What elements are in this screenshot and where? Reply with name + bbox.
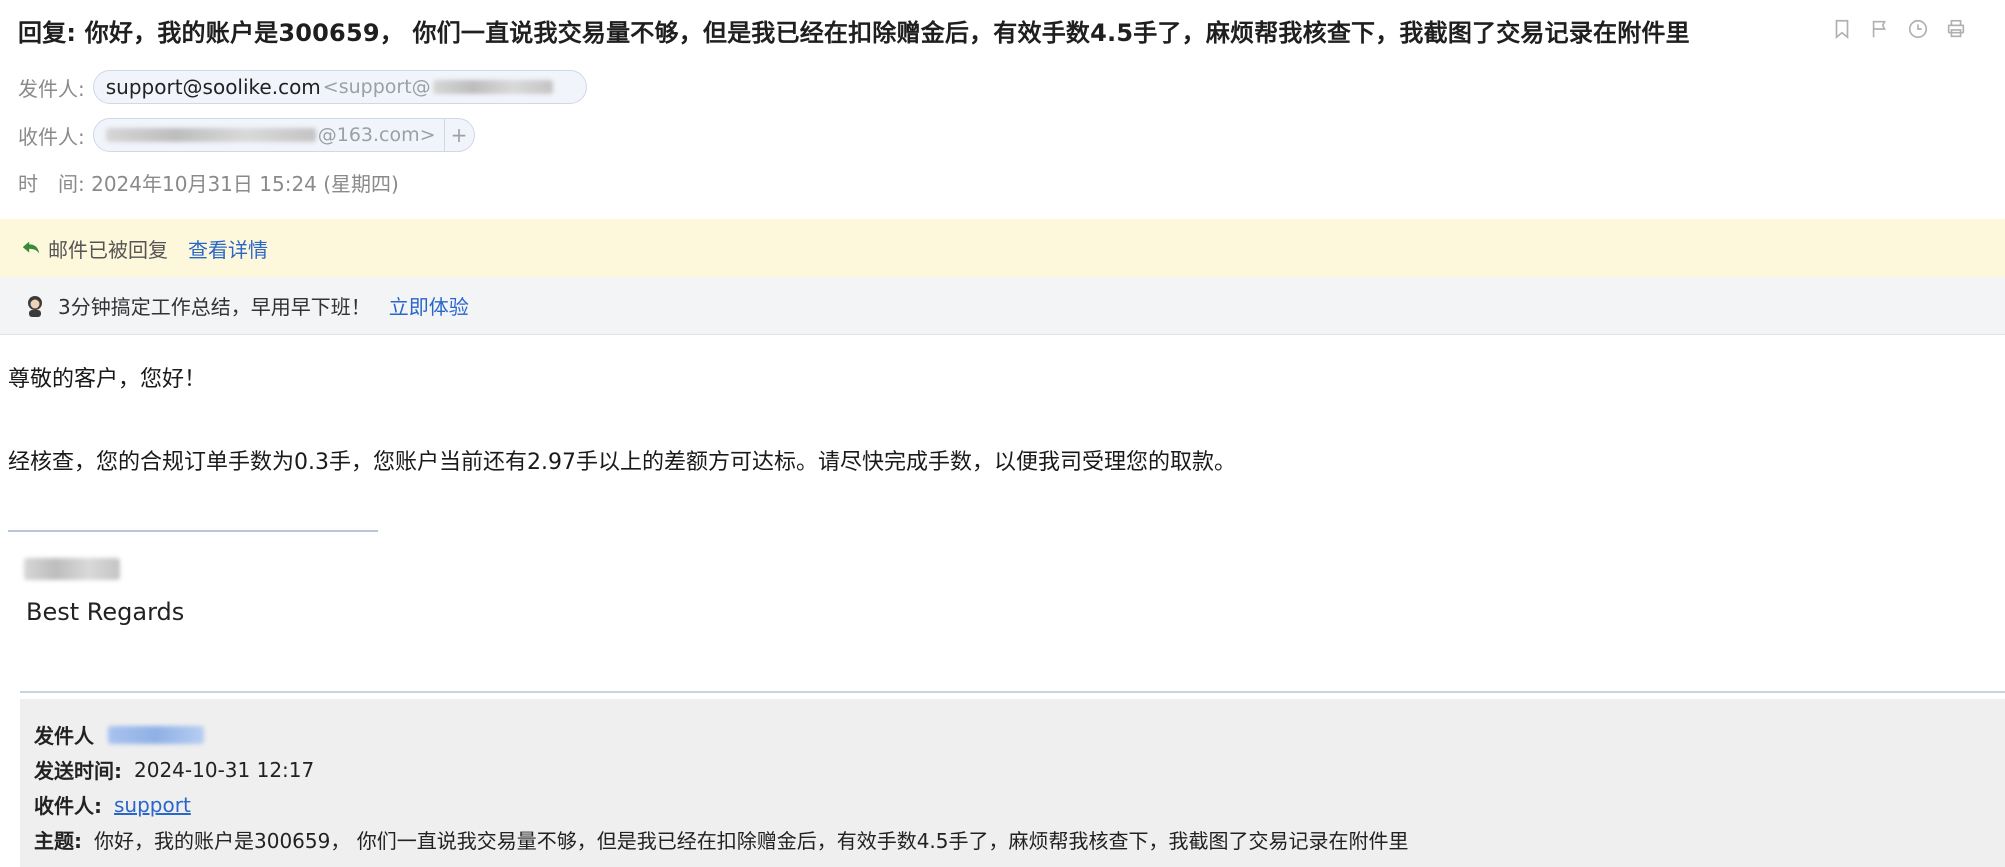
quote-to-link[interactable]: support [114,793,191,817]
view-details-link[interactable]: 查看详情 [188,234,268,263]
add-recipient-button[interactable]: + [444,118,475,152]
quote-from-row: 发件人 [34,717,1991,752]
replied-banner: 邮件已被回复 查看详情 [0,219,2005,277]
print-icon[interactable] [1944,16,1968,42]
to-row: 收件人: @163.com> + [18,118,475,152]
email-toolbar [1830,16,1968,42]
quote-subject-row: 主题: 你好，我的账户是300659， 你们一直说我交易量不够，但是我已经在扣除… [34,822,1991,857]
redacted-recipient [105,128,316,142]
quote-sent-value: 2024-10-31 12:17 [134,757,315,782]
bookmark-icon[interactable] [1830,16,1854,42]
replied-text: 邮件已被回复 [48,237,168,262]
quote-sent-label: 发送时间: [34,759,122,783]
quote-subject-label: 主题: [34,829,82,853]
redacted-quote-sender-link[interactable] [108,725,204,744]
email-subject: 回复: 你好，我的账户是300659， 你们一直说我交易量不够，但是我已经在扣除… [18,19,1690,47]
from-row: 发件人: support@soolike.com <support@ [18,70,587,104]
redacted-address [432,80,553,94]
regards-text: Best Regards [26,598,185,626]
signature-divider [8,530,378,532]
redacted-signature-name [24,558,120,580]
time-label: 时 间: [18,172,85,196]
to-recipient-pill[interactable]: @163.com> [92,118,445,152]
promo-text: 3分钟搞定工作总结，早用早下班！ [58,295,371,319]
clock-icon[interactable] [1906,16,1930,42]
from-sender-name: support@soolike.com [105,75,321,99]
from-sender-address: <support@ [322,76,431,98]
try-now-link[interactable]: 立即体验 [389,291,469,320]
time-value: 2024年10月31日 15:24 (星期四) [91,172,399,196]
greeting-text: 尊敬的客户，您好！ [8,367,207,392]
assistant-avatar-icon [28,295,42,317]
quote-divider [20,691,2005,693]
flag-icon[interactable] [1868,16,1892,42]
quote-to-row: 收件人: support [34,787,1991,822]
to-recipient-address: @163.com> [317,124,436,146]
quote-subject-value: 你好，我的账户是300659， 你们一直说我交易量不够，但是我已经在扣除赠金后，… [94,829,1409,853]
reply-arrow-icon [22,241,40,254]
quote-sent-row: 发送时间: 2024-10-31 12:17 [34,752,1991,787]
promo-bar: 3分钟搞定工作总结，早用早下班！ 立即体验 [0,277,2005,335]
time-row: 时 间: 2024年10月31日 15:24 (星期四) [18,168,399,197]
from-sender-pill[interactable]: support@soolike.com <support@ [92,70,587,104]
quote-to-label: 收件人: [34,794,102,818]
to-label: 收件人: [18,124,85,149]
quote-from-label: 发件人 [34,724,94,748]
from-label: 发件人: [18,76,85,101]
body-paragraph: 经核查，您的合规订单手数为0.3手，您账户当前还有2.97手以上的差额方可达标。… [8,450,1236,475]
quoted-message: 发件人 发送时间: 2024-10-31 12:17 收件人: support … [20,699,2005,867]
